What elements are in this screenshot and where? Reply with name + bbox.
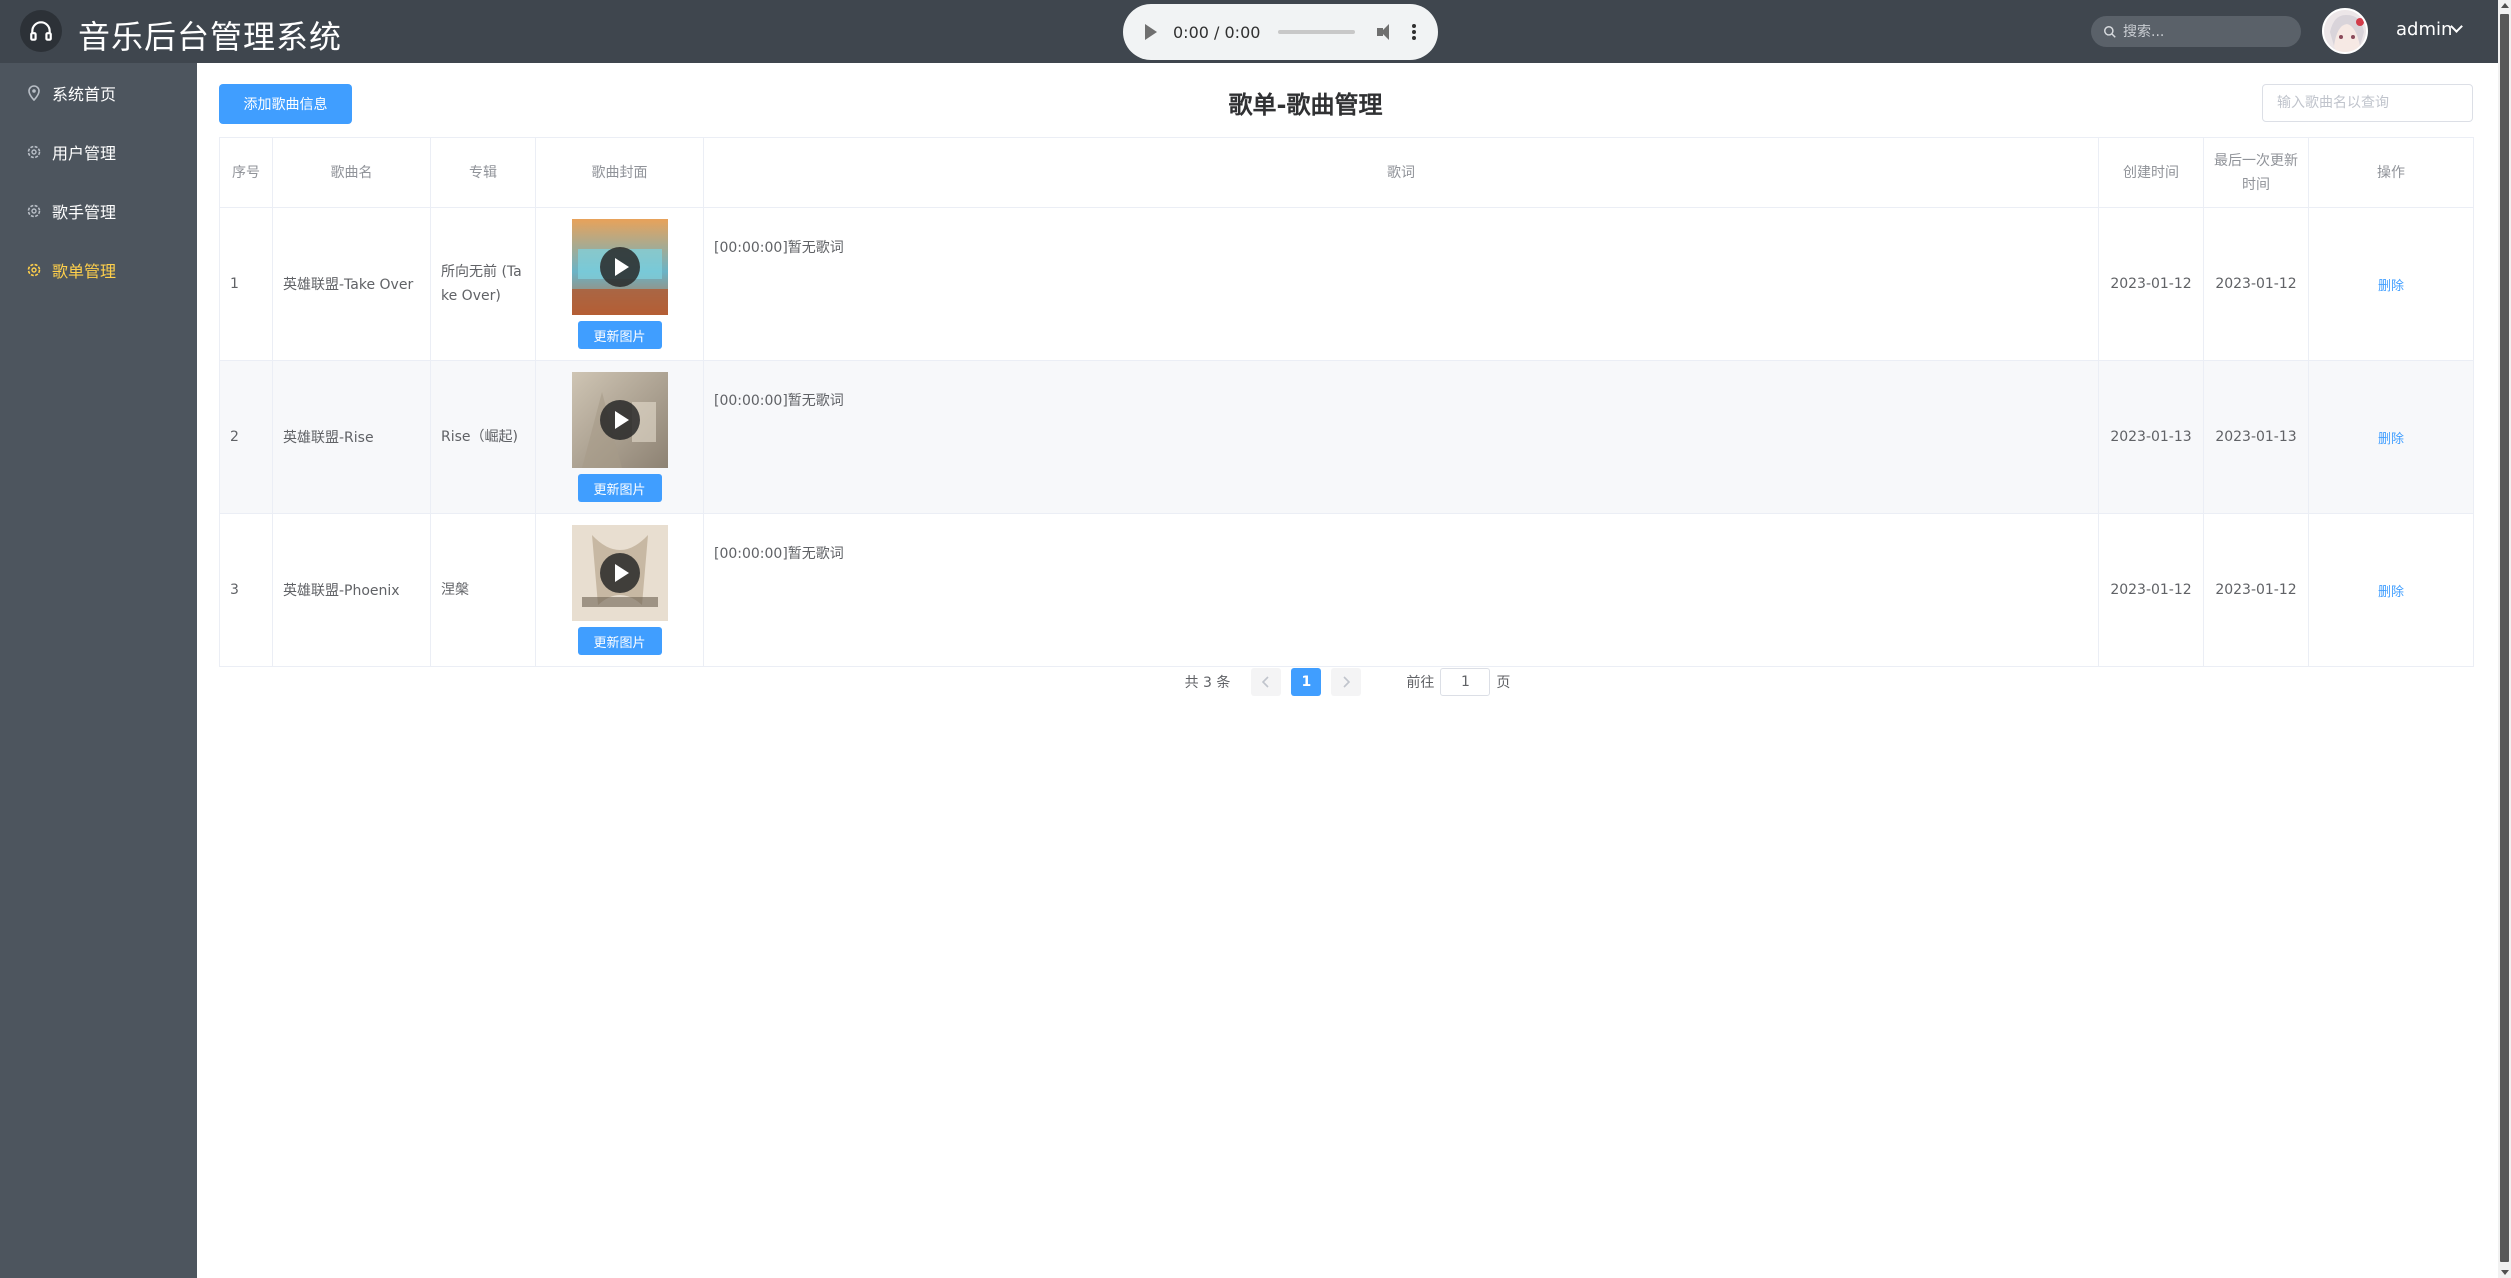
sidebar: 系统首页 用户管理 歌手管理 歌单管理 [0, 63, 197, 1278]
user-name[interactable]: admin [2396, 19, 2452, 40]
column-header: 最后一次更新时间 [2203, 137, 2309, 208]
scroll-up-icon[interactable] [2501, 3, 2509, 8]
table-row: 2 英雄联盟-Rise Rise（崛起) 更新图片 [00:00:00]暂无歌词… [219, 360, 2474, 514]
sidebar-item-label: 歌手管理 [52, 202, 117, 222]
goto-suffix: 页 [1496, 675, 1511, 691]
sidebar-item-home[interactable]: 系统首页 [0, 63, 197, 122]
column-header: 歌曲名 [272, 137, 431, 208]
page-title: 歌单-歌曲管理 [1228, 91, 1383, 119]
cell-created: 2023-01-12 [2098, 207, 2204, 361]
cell-song-name: 英雄联盟-Take Over [272, 207, 431, 361]
play-icon[interactable] [599, 247, 640, 287]
cell-actions: 删除 [2308, 207, 2474, 361]
column-header: 创建时间 [2098, 137, 2204, 208]
cell-updated: 2023-01-12 [2203, 513, 2309, 667]
table-header-row: 序号 歌曲名 专辑 歌曲封面 歌词 创建时间 最后一次更新时间 操作 [219, 137, 2474, 208]
cell-album: 涅槃 [430, 513, 536, 667]
avatar[interactable] [2322, 8, 2368, 54]
play-icon[interactable] [1145, 24, 1157, 40]
page-scrollbar[interactable] [2498, 0, 2511, 1278]
page-number-button[interactable]: 1 [1291, 668, 1322, 696]
cell-song-name: 英雄联盟-Rise [272, 360, 431, 514]
play-icon[interactable] [599, 553, 640, 593]
delete-button[interactable]: 删除 [2378, 432, 2404, 447]
sidebar-item-label: 歌单管理 [52, 261, 117, 281]
song-cover-image[interactable] [571, 372, 668, 468]
cell-index: 2 [219, 360, 273, 514]
column-header: 歌词 [703, 137, 2099, 208]
table-row: 1 英雄联盟-Take Over 所向无前 (Take Over) 更新图片 [… [219, 207, 2474, 361]
song-cover-image[interactable] [571, 525, 668, 621]
search-icon [2104, 25, 2116, 38]
play-icon[interactable] [599, 400, 640, 440]
audio-time: 0:00 / 0:00 [1173, 22, 1261, 42]
prev-page-button[interactable] [1251, 668, 1282, 696]
gear-icon [26, 262, 42, 278]
top-header: 音乐后台管理系统 0:00 / 0:00 admin [0, 0, 2498, 63]
goto-page-input[interactable] [1440, 668, 1491, 696]
pagination: 共 3 条 1 前往 页 [197, 668, 2498, 696]
cell-cover: 更新图片 [535, 513, 704, 667]
song-cover-image[interactable] [571, 219, 668, 315]
cell-album: 所向无前 (Take Over) [430, 207, 536, 361]
cell-index: 3 [219, 513, 273, 667]
audio-progress-slider[interactable] [1278, 30, 1356, 34]
update-image-button[interactable]: 更新图片 [577, 627, 662, 655]
scroll-down-icon[interactable] [2501, 1270, 2509, 1275]
headphones-icon [20, 10, 62, 52]
column-header: 序号 [219, 137, 273, 208]
delete-button[interactable]: 删除 [2378, 585, 2404, 600]
chevron-right-icon [1343, 676, 1351, 688]
update-image-button[interactable]: 更新图片 [577, 321, 662, 349]
scrollbar-thumb[interactable] [2500, 14, 2509, 1262]
cell-updated: 2023-01-12 [2203, 207, 2309, 361]
main-content: 添加歌曲信息 歌单-歌曲管理 序号 歌曲名 专辑 歌曲封面 歌词 创建时间 最后… [197, 63, 2498, 1278]
cell-cover: 更新图片 [535, 207, 704, 361]
audio-player[interactable]: 0:00 / 0:00 [1123, 4, 1438, 60]
delete-button[interactable]: 删除 [2378, 279, 2404, 294]
pagination-total: 共 3 条 [1184, 675, 1231, 691]
cell-index: 1 [219, 207, 273, 361]
volume-icon[interactable] [1377, 24, 1394, 40]
songs-table: 序号 歌曲名 专辑 歌曲封面 歌词 创建时间 最后一次更新时间 操作 1 英雄联… [219, 137, 2474, 667]
column-header: 歌曲封面 [535, 137, 704, 208]
column-header: 专辑 [430, 137, 536, 208]
chevron-left-icon [1262, 676, 1269, 688]
cell-created: 2023-01-12 [2098, 513, 2204, 667]
cell-lyric: [00:00:00]暂无歌词 [703, 513, 2099, 667]
column-header: 操作 [2308, 137, 2474, 208]
cell-lyric: [00:00:00]暂无歌词 [703, 360, 2099, 514]
sidebar-item-playlists[interactable]: 歌单管理 [0, 240, 197, 299]
sidebar-item-label: 系统首页 [52, 84, 117, 104]
more-options-icon[interactable] [1412, 24, 1416, 40]
cell-lyric: [00:00:00]暂无歌词 [703, 207, 2099, 361]
app-title: 音乐后台管理系统 [78, 18, 343, 56]
goto-label: 前往 [1406, 675, 1435, 691]
update-image-button[interactable]: 更新图片 [577, 474, 662, 502]
cell-created: 2023-01-13 [2098, 360, 2204, 514]
cell-actions: 删除 [2308, 360, 2474, 514]
table-row: 3 英雄联盟-Phoenix 涅槃 更新图片 [00:00:00]暂无歌词 20… [219, 513, 2474, 667]
sidebar-item-singers[interactable]: 歌手管理 [0, 181, 197, 240]
cell-album: Rise（崛起) [430, 360, 536, 514]
song-query-input[interactable] [2262, 84, 2473, 122]
sidebar-item-label: 用户管理 [52, 143, 117, 163]
gear-icon [26, 203, 42, 219]
cell-cover: 更新图片 [535, 360, 704, 514]
next-page-button[interactable] [1331, 668, 1362, 696]
header-search-input[interactable] [2123, 23, 2293, 40]
cell-song-name: 英雄联盟-Phoenix [272, 513, 431, 667]
cell-actions: 删除 [2308, 513, 2474, 667]
header-search[interactable] [2091, 16, 2301, 47]
gear-icon [26, 144, 42, 160]
cell-updated: 2023-01-13 [2203, 360, 2309, 514]
sidebar-item-users[interactable]: 用户管理 [0, 122, 197, 181]
location-pin-icon [26, 84, 42, 101]
